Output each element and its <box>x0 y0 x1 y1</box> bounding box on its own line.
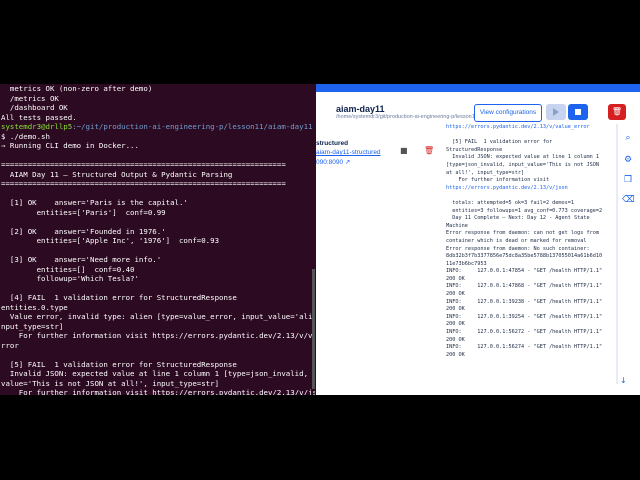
container-trash-icon[interactable]: 🗑 <box>424 146 434 155</box>
log-line: container which is dead or marked for re… <box>446 237 587 244</box>
terminal-line: entities.0.type <box>1 302 68 312</box>
terminal-line: [5] FAIL 1 validation error for Structur… <box>1 359 237 369</box>
copy-icon[interactable]: ❐ <box>622 174 634 186</box>
log-line: [5] FAIL 1 validation error for <box>446 139 553 146</box>
log-line: Error response from daemon: No such cont… <box>446 245 590 252</box>
log-line: StructuredResponse <box>446 146 503 153</box>
terminal-line: entities=[] conf=0.40 <box>1 264 135 274</box>
terminal-line: rror <box>1 340 19 350</box>
terminal-line: [3] OK answer='Need more info.' <box>1 255 162 264</box>
screen-frame: metrics OK (non-zero after demo) /metric… <box>0 0 640 480</box>
log-link[interactable]: https://errors.pydantic.dev/2.13/v/value… <box>446 124 612 132</box>
terminal-line: followup='Which Tesla?' <box>1 274 139 283</box>
log-line: 11e73b6bc7953 <box>446 260 487 267</box>
terminal-line: [1] OK answer='Paris is the capital.' <box>1 198 188 207</box>
terminal-line: /metrics OK <box>1 93 59 103</box>
log-line: entities=3 followups=1 avg_conf=0.773 co… <box>446 207 603 214</box>
log-line: at all!', input_type=str] <box>446 169 525 176</box>
terminal-line: [4] FAIL 1 validation error for Structur… <box>1 293 237 302</box>
container-port-link[interactable]: 090:8090 ↗ <box>316 158 350 166</box>
terminal-line: entities=['Paris'] conf=0.99 <box>1 207 166 217</box>
clear-icon[interactable]: ⌫ <box>622 194 635 206</box>
log-line: 200 OK <box>446 336 465 343</box>
log-line: totals: attempted=5 ok=3 fail=2 demos=1 <box>446 199 575 206</box>
docker-desktop-panel: aiam-day11 /home/systemdr3/git/productio… <box>316 84 640 395</box>
container-stop-icon[interactable]: ■ <box>400 146 408 155</box>
log-line: 200 OK <box>446 321 465 328</box>
log-link[interactable]: https://errors.pydantic.dev/2.13/v/json <box>446 185 612 193</box>
docker-header-bar <box>316 84 640 92</box>
terminal-line: ========================================… <box>1 179 286 188</box>
terminal-line: entities=['Apple Inc', '1976'] conf=0.93 <box>1 236 220 245</box>
terminal-line: For further information visit https://er… <box>1 388 315 395</box>
terminal-line: For further information visit https://er… <box>1 331 315 340</box>
scroll-down-icon[interactable]: ↓ <box>620 376 627 385</box>
terminal-line: $ ./demo.sh <box>1 132 315 142</box>
log-line: INFO: 127.0.0.1:47854 - "GET /health HTT… <box>446 268 603 275</box>
container-row[interactable]: structured aiam-day11-structured 090:809… <box>316 136 444 168</box>
prompt-user: systemdr3@drllp5 <box>1 122 73 131</box>
log-line: INFO: 127.0.0.1:39238 - "GET /health HTT… <box>446 298 603 305</box>
log-line: 200 OK <box>446 275 465 282</box>
terminal-line: /dashboard OK <box>1 103 68 112</box>
log-line: INFO: 127.0.0.1:39254 - "GET /health HTT… <box>446 313 603 320</box>
delete-button[interactable]: 🗑 <box>608 104 626 120</box>
terminal-window[interactable]: metrics OK (non-zero after demo) /metric… <box>0 84 316 395</box>
log-line: 200 OK <box>446 306 465 313</box>
log-line: Day 11 Complete — Next: Day 12 - Agent S… <box>446 215 590 222</box>
container-link[interactable]: aiam-day11-structured <box>316 149 381 156</box>
log-line: Invalid JSON: expected value at line 1 c… <box>446 154 600 161</box>
terminal-line: value='This is not JSON at all!', input_… <box>1 378 220 388</box>
log-line: For further information visit <box>446 177 550 184</box>
terminal-line: nput_type=str] <box>1 321 64 331</box>
terminal-line: Invalid JSON: expected value at line 1 c… <box>1 369 315 378</box>
terminal-scrollbar[interactable] <box>312 269 315 389</box>
prompt-command: $ ./demo.sh <box>1 131 50 141</box>
log-line: Machine <box>446 222 468 229</box>
logs-toolbar: ⌕ ⚙ ❐ ⌫ <box>618 132 640 392</box>
compose-project-title: aiam-day11 <box>336 104 385 114</box>
log-line: INFO: 127.0.0.1:56272 - "GET /health HTT… <box>446 329 603 336</box>
log-line: Error response from daemon: can not get … <box>446 230 600 237</box>
terminal-line: ========================================… <box>1 160 286 169</box>
terminal-line: AIAM Day 11 — Structured Output & Pydant… <box>1 169 233 179</box>
log-line: [type=json_invalid, input_value='This is… <box>446 161 600 168</box>
search-icon[interactable]: ⌕ <box>622 132 634 144</box>
terminal-line: metrics OK (non-zero after demo) <box>1 84 153 93</box>
container-logs: https://errors.pydantic.dev/2.13/v/value… <box>446 124 612 392</box>
view-configurations-button[interactable]: View configurations <box>474 104 542 122</box>
terminal-output: metrics OK (non-zero after demo) /metric… <box>1 84 315 395</box>
log-line: INFO: 127.0.0.1:56274 - "GET /health HTT… <box>446 344 603 351</box>
terminal-line: systemdr3@drllp5:~/git/production-ai-eng… <box>1 122 315 132</box>
stop-button[interactable] <box>568 104 588 120</box>
log-line: 200 OK <box>446 351 465 358</box>
log-line: 200 OK <box>446 291 465 298</box>
terminal-line: All tests passed. <box>1 112 77 122</box>
terminal-line: Value error, invalid type: alien [type=v… <box>1 312 315 321</box>
start-button[interactable] <box>546 104 566 120</box>
filter-icon[interactable]: ⚙ <box>622 154 634 166</box>
container-name: structured <box>316 140 349 147</box>
log-line: 8db32b3f7b3377856e75dc8a35be5788b1370550… <box>446 253 603 260</box>
log-line: INFO: 127.0.0.1:47868 - "GET /health HTT… <box>446 283 603 290</box>
terminal-line: [2] OK answer='Founded in 1976.' <box>1 226 166 236</box>
terminal-line: ⇒ Running CLI demo in Docker... <box>1 141 139 150</box>
prompt-path: :~/git/production-ai-engineering-p/lesso… <box>72 122 313 131</box>
